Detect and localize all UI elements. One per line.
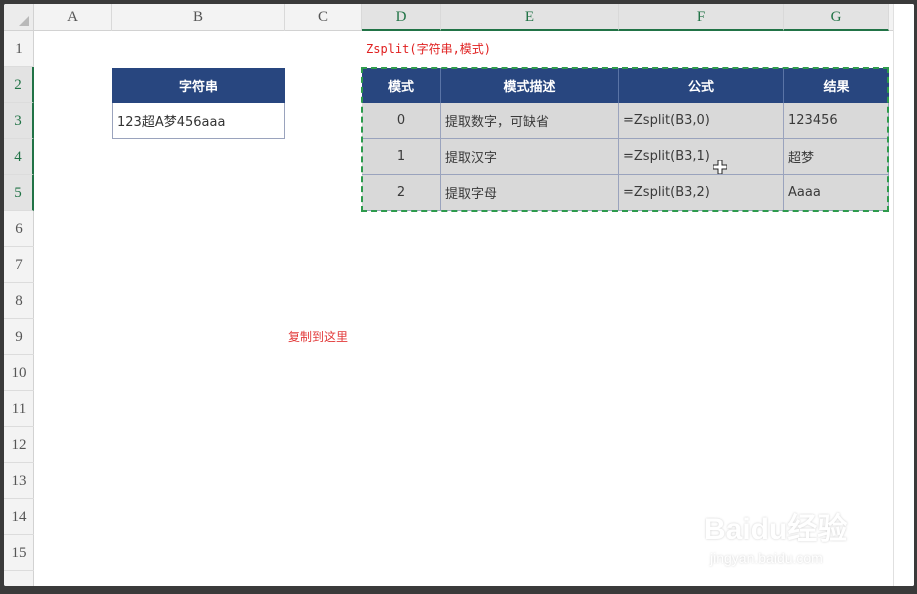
description-header-cell[interactable]: 模式描述 [441, 68, 619, 103]
select-all-button[interactable] [4, 4, 34, 31]
column-header-c[interactable]: C [285, 4, 362, 31]
row-header-4[interactable]: 4 [4, 139, 34, 175]
mode-cell[interactable]: 2 [362, 175, 441, 211]
row-header-9[interactable]: 9 [4, 319, 34, 355]
column-header-f[interactable]: F [619, 4, 784, 31]
row-header-1[interactable]: 1 [4, 31, 34, 67]
spreadsheet-sheet: A B C D E F G 1 2 3 4 5 6 7 8 9 10 11 12… [4, 4, 914, 586]
formula-cell[interactable]: =Zsplit(B3,1) [619, 139, 784, 175]
row-header-7[interactable]: 7 [4, 247, 34, 283]
row-header-14[interactable]: 14 [4, 499, 34, 535]
description-cell[interactable]: 提取汉字 [441, 139, 619, 175]
watermark-url: jingyan.baidu.com [710, 550, 823, 566]
mode-header-cell[interactable]: 模式 [362, 68, 441, 103]
column-header-a[interactable]: A [34, 4, 112, 31]
result-header-cell[interactable]: 结果 [784, 68, 889, 103]
column-header-e[interactable]: E [441, 4, 619, 31]
formula-title-cell[interactable]: Zsplit(字符串,模式) [366, 40, 491, 58]
column-header-b[interactable]: B [112, 4, 285, 31]
formula-header-cell[interactable]: 公式 [619, 68, 784, 103]
description-cell[interactable]: 提取数字，可缺省 [441, 103, 619, 139]
row-header-8[interactable]: 8 [4, 283, 34, 319]
cell-cursor-icon [713, 160, 727, 174]
result-cell[interactable]: 123456 [784, 103, 889, 139]
watermark-brand: Baidu经验 [704, 513, 848, 546]
row-header-11[interactable]: 11 [4, 391, 34, 427]
row-header-15[interactable]: 15 [4, 535, 34, 571]
result-cell[interactable]: 超梦 [784, 139, 889, 175]
source-header-cell[interactable]: 字符串 [112, 68, 285, 103]
description-cell[interactable]: 提取字母 [441, 175, 619, 211]
paste-hint-cell[interactable]: 复制到这里 [288, 328, 348, 345]
row-header-3[interactable]: 3 [4, 103, 34, 139]
formula-cell[interactable]: =Zsplit(B3,0) [619, 103, 784, 139]
row-header-10[interactable]: 10 [4, 355, 34, 391]
baidu-jingyan-watermark: Baidu经验 jingyan.baidu.com [704, 504, 884, 578]
result-cell[interactable]: Aaaa [784, 175, 889, 211]
mode-cell[interactable]: 1 [362, 139, 441, 175]
row-header-13[interactable]: 13 [4, 463, 34, 499]
source-value-cell[interactable]: 123超A梦456aaa [112, 103, 285, 139]
column-header-d[interactable]: D [362, 4, 441, 31]
mode-cell[interactable]: 0 [362, 103, 441, 139]
row-header-5[interactable]: 5 [4, 175, 34, 211]
row-header-2[interactable]: 2 [4, 67, 34, 103]
row-header-12[interactable]: 12 [4, 427, 34, 463]
column-header-g[interactable]: G [784, 4, 889, 31]
formula-cell[interactable]: =Zsplit(B3,2) [619, 175, 784, 211]
row-header-6[interactable]: 6 [4, 211, 34, 247]
sheet-right-edge [893, 4, 914, 586]
